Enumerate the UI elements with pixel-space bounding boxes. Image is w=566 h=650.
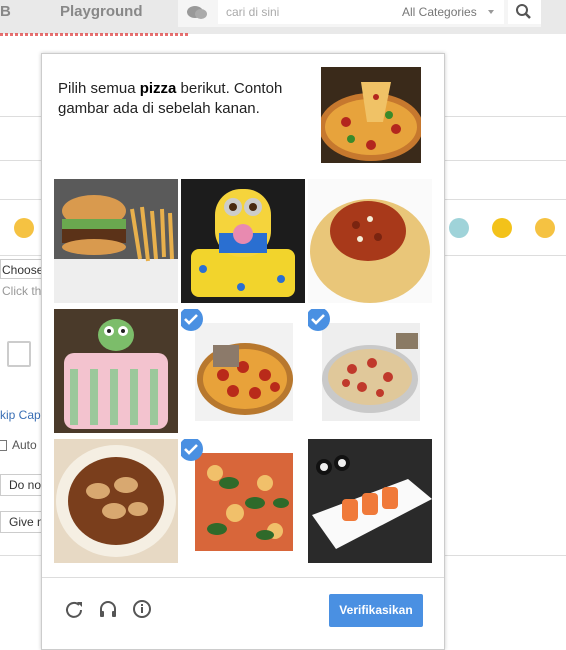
search-button[interactable]: [508, 0, 541, 24]
search-icon: [516, 4, 531, 19]
skip-captcha-link[interactable]: kip Cap: [0, 408, 41, 422]
captcha-tile-sushi[interactable]: [308, 439, 432, 563]
instruction-prefix: Pilih semua: [58, 80, 140, 97]
search-bar: All Categories: [178, 0, 541, 27]
footer-divider: [42, 577, 444, 578]
grin-emoji-icon[interactable]: [14, 218, 34, 238]
selected-check-icon: [181, 309, 203, 331]
selected-check-icon: [308, 309, 330, 331]
captcha-image-grid: [54, 179, 432, 564]
top-bar: B Playground All Categories: [0, 0, 566, 34]
do-not-label: Do no: [9, 478, 42, 492]
captcha-tile-basil-pizza[interactable]: [181, 439, 305, 563]
instruction-keyword: pizza: [139, 80, 177, 97]
selected-check-icon: [181, 439, 203, 461]
captcha-dialog: Pilih semua pizza berikut. Contoh gambar…: [41, 53, 445, 650]
captcha-tile-pizza-tray[interactable]: [308, 309, 432, 433]
captcha-tile-pepperoni-pizza[interactable]: [181, 309, 305, 433]
click-hint: Click th: [2, 284, 42, 298]
brand-fragment: B: [0, 3, 11, 20]
captcha-tile-burger[interactable]: [54, 179, 178, 303]
confused-emoji-icon[interactable]: [535, 218, 555, 238]
category-select-value: All Categories: [402, 5, 477, 19]
captcha-instruction: Pilih semua pizza berikut. Contoh gambar…: [58, 79, 298, 119]
moon-emoji-icon[interactable]: [492, 218, 512, 238]
captcha-tile-spaghetti[interactable]: [308, 179, 432, 303]
search-input[interactable]: [218, 0, 406, 24]
auto-label: Auto: [12, 438, 37, 452]
give-label: Give n: [9, 515, 44, 529]
nav-playground[interactable]: Playground: [60, 3, 143, 20]
reload-icon[interactable]: [64, 599, 84, 619]
chevron-down-icon: [488, 10, 494, 14]
captcha-tile-dumpling-soup[interactable]: [54, 439, 178, 563]
choose-file-button[interactable]: Choose: [0, 259, 43, 279]
chat-icon: [187, 6, 207, 19]
captcha-tile-minion-cake[interactable]: [181, 179, 305, 303]
captcha-checkbox[interactable]: [7, 341, 31, 367]
auto-checkbox[interactable]: [0, 440, 7, 451]
captcha-tile-owl-cake[interactable]: [54, 309, 178, 433]
info-icon[interactable]: [132, 599, 152, 619]
headphones-icon[interactable]: [98, 599, 118, 619]
category-select[interactable]: All Categories: [400, 0, 504, 24]
verify-button[interactable]: Verifikasikan: [329, 594, 423, 627]
example-pizza-image: [321, 67, 421, 163]
sick-emoji-icon[interactable]: [449, 218, 469, 238]
spellcheck-underline: [0, 33, 190, 36]
choose-file-label: Choose: [2, 263, 43, 277]
